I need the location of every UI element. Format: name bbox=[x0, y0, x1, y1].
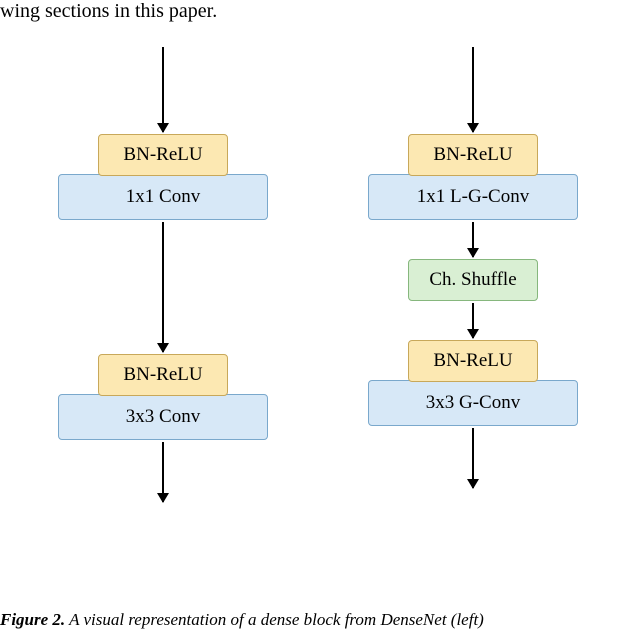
left-column: BN-ReLU 1x1 Conv BN-ReLU 3x3 Conv bbox=[48, 45, 278, 504]
bn-relu-box: BN-ReLU bbox=[98, 354, 228, 396]
arrow-down-icon bbox=[162, 47, 164, 132]
top-text-fragment: wing sections in this paper. bbox=[0, 0, 217, 23]
arrow-down-icon bbox=[472, 428, 474, 488]
bn-relu-box: BN-ReLU bbox=[408, 340, 538, 382]
arrow-down-icon bbox=[472, 222, 474, 257]
bn-relu-box: BN-ReLU bbox=[98, 134, 228, 176]
arrow-down-icon bbox=[162, 222, 164, 352]
figure-caption: Figure 2. A visual representation of a d… bbox=[0, 610, 484, 630]
bn-relu-box: BN-ReLU bbox=[408, 134, 538, 176]
arrow-down-icon bbox=[472, 303, 474, 338]
left-block-2: BN-ReLU 3x3 Conv bbox=[48, 354, 278, 440]
gconv-3x3-box: 3x3 G-Conv bbox=[368, 380, 578, 426]
figure-number: Figure 2. bbox=[0, 610, 65, 629]
conv-1x1-box: 1x1 Conv bbox=[58, 174, 268, 220]
arrow-down-icon bbox=[472, 47, 474, 132]
right-block-2: BN-ReLU 3x3 G-Conv bbox=[358, 340, 588, 426]
conv-3x3-box: 3x3 Conv bbox=[58, 394, 268, 440]
right-column: BN-ReLU 1x1 L-G-Conv Ch. Shuffle BN-ReLU… bbox=[358, 45, 588, 504]
right-block-1: BN-ReLU 1x1 L-G-Conv bbox=[358, 134, 588, 220]
left-block-1: BN-ReLU 1x1 Conv bbox=[48, 134, 278, 220]
lgconv-1x1-box: 1x1 L-G-Conv bbox=[368, 174, 578, 220]
channel-shuffle-box: Ch. Shuffle bbox=[408, 259, 538, 301]
arrow-down-icon bbox=[162, 442, 164, 502]
figure-caption-text: A visual representation of a dense block… bbox=[69, 610, 484, 629]
diagram-columns: BN-ReLU 1x1 Conv BN-ReLU 3x3 Conv BN-ReL… bbox=[0, 0, 636, 504]
